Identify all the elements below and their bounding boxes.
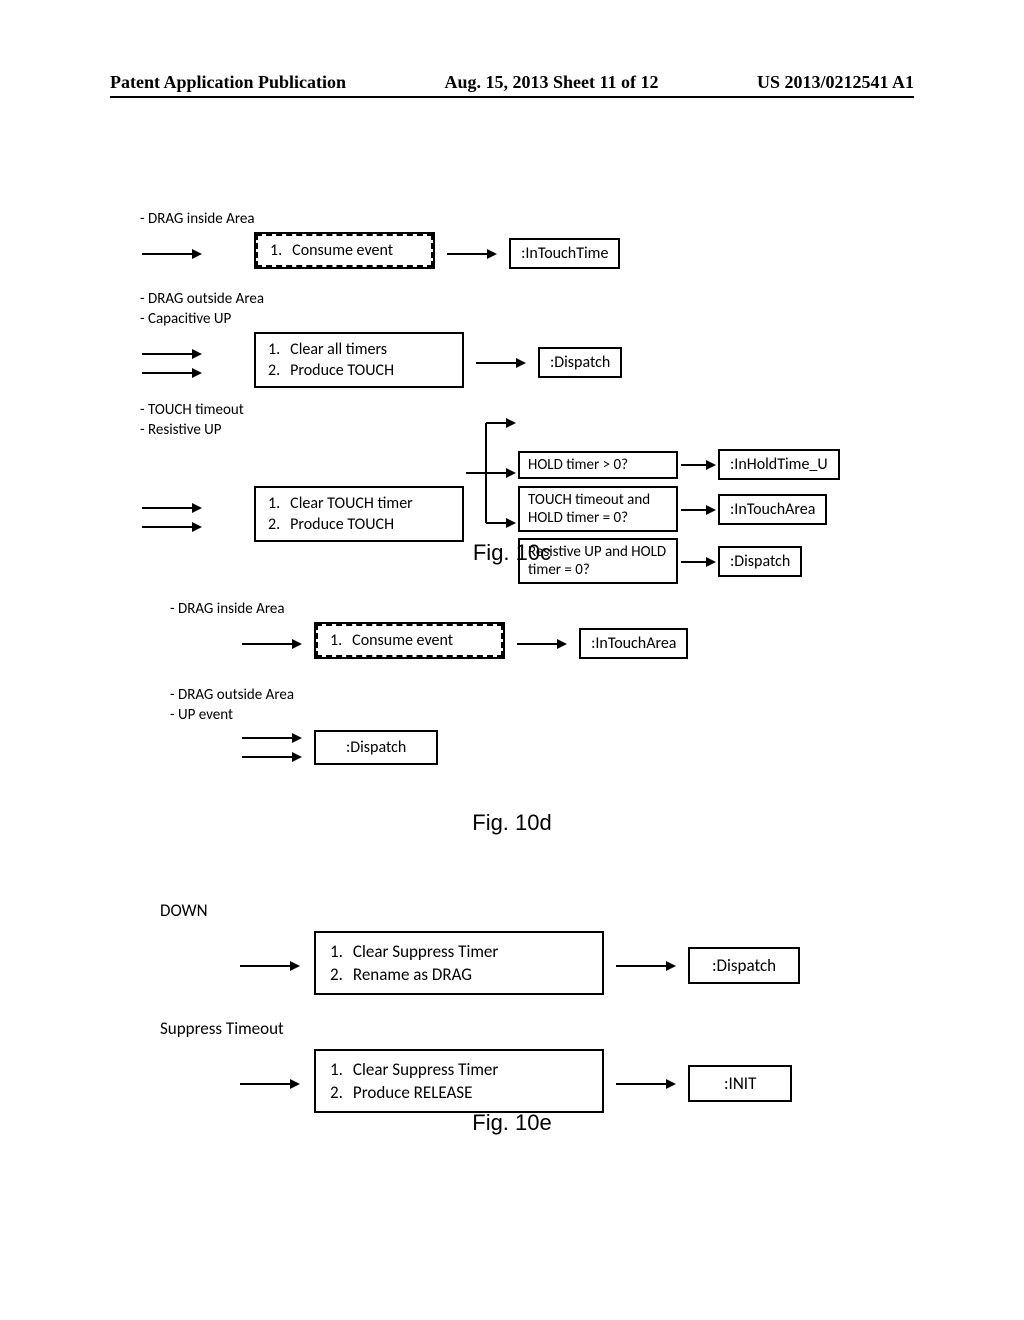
state-box: :InTouchArea [579,628,688,659]
arrow-icon [681,505,716,515]
step-text: Rename as DRAG [353,964,506,985]
diagram-10e: DOWN 1.Clear Suppress Timer 2.Rename as … [140,900,924,1120]
event-label: Suppress Timeout [160,1018,924,1039]
step-text: Produce TOUCH [290,515,421,534]
arrow-icon [616,1079,676,1089]
state-box: :InHoldTime_U [718,449,840,480]
process-box: 1.Clear TOUCH timer 2.Produce TOUCH [254,486,464,542]
step-text: Clear Suppress Timer [353,941,506,962]
header-right: US 2013/0212541 A1 [757,72,914,93]
state-box: :Dispatch [718,546,802,577]
process-box: 1.Consume event [314,622,505,659]
step-num: 2. [330,1082,351,1103]
arrow-icon [142,503,202,513]
header-left: Patent Application Publication [110,72,346,93]
step-num: 1. [268,340,288,359]
process-box: 1.Consume event [254,232,435,269]
event-label: DOWN [160,900,924,921]
diagram-10c: - DRAG inside Area 1.Consume event :InTo… [140,210,924,592]
state-box: :Dispatch [314,730,438,765]
state-box: :InTouchArea [718,494,827,525]
arrow-icon [242,733,302,743]
step-text: Consume event [292,241,401,260]
arrow-icon [447,249,497,259]
arrow-icon [242,639,302,649]
condition-box: HOLD timer > 0? [518,451,678,479]
page-header: Patent Application Publication Aug. 15, … [110,72,914,93]
step-text: Consume event [352,631,461,650]
event-label: - TOUCH timeout [140,401,924,419]
event-label: - DRAG outside Area [140,290,924,308]
state-box: :Dispatch [688,947,800,984]
state-box: :Dispatch [538,347,622,378]
step-num: 2. [268,515,288,534]
arrow-icon [681,460,716,470]
figure-label: Fig. 10c [473,540,551,566]
step-num: 1. [330,941,351,962]
step-num: 1. [268,494,288,513]
state-box: :INIT [688,1065,792,1102]
arrow-icon [240,961,300,971]
step-num: 1. [270,241,290,260]
event-label: - DRAG outside Area [170,686,924,704]
arrow-icon [142,349,202,359]
step-text: Clear TOUCH timer [290,494,421,513]
arrow-icon [242,752,302,762]
process-box: 1.Clear all timers 2.Produce TOUCH [254,332,464,388]
arrow-icon [240,1079,300,1089]
event-label: - UP event [170,706,924,724]
header-mid: Aug. 15, 2013 Sheet 11 of 12 [444,72,658,93]
step-text: Produce RELEASE [353,1082,506,1103]
branch-icon [466,413,516,533]
arrow-icon [476,358,526,368]
state-box: :InTouchTime [509,238,620,269]
event-label: - Capacitive UP [140,310,924,328]
step-text: Produce TOUCH [290,361,402,380]
step-num: 1. [330,1059,351,1080]
step-num: 2. [268,361,288,380]
step-text: Clear Suppress Timer [353,1059,506,1080]
process-box: 1.Clear Suppress Timer 2.Produce RELEASE [314,1049,604,1113]
figure-label: Fig. 10d [472,810,552,836]
condition-box: TOUCH timeout and HOLD timer = 0? [518,486,678,532]
arrow-icon [681,557,716,567]
event-label: - DRAG inside Area [140,210,924,228]
event-label: - DRAG inside Area [170,600,924,618]
arrow-icon [142,368,202,378]
arrow-icon [616,961,676,971]
arrow-icon [517,639,567,649]
figure-label: Fig. 10e [472,1110,552,1136]
event-label: - Resistive UP [140,421,924,439]
arrow-icon [142,249,202,259]
process-box: 1.Clear Suppress Timer 2.Rename as DRAG [314,931,604,995]
arrow-icon [142,522,202,532]
diagram-10d: - DRAG inside Area 1.Consume event :InTo… [140,600,924,768]
step-text: Clear all timers [290,340,402,359]
step-num: 2. [330,964,351,985]
step-num: 1. [330,631,350,650]
header-rule [110,96,914,98]
